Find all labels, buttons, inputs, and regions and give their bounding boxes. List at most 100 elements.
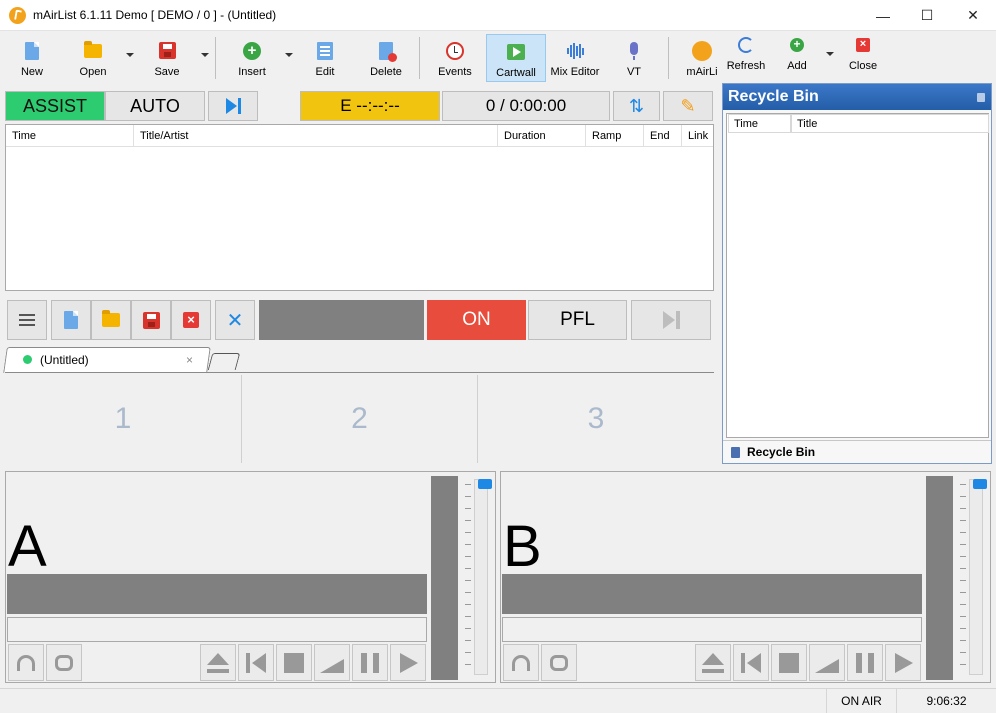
save-icon [158,42,176,59]
loop-button[interactable] [46,644,82,681]
mix-editor-button[interactable]: Mix Editor [548,34,602,82]
add-dropdown-arrow[interactable] [826,52,834,56]
cart-slot-1[interactable]: 1 [5,373,241,465]
vt-button[interactable]: VT [612,34,656,82]
new-cartwall-button[interactable] [51,300,91,340]
play-button[interactable] [885,644,921,681]
eject-icon [702,652,724,673]
sort-button[interactable]: ⇅ [613,91,660,121]
maximize-button[interactable]: ☐ [904,0,950,31]
edit-button[interactable]: Edit [301,34,349,82]
play-icon [398,652,418,673]
rewind-button[interactable] [238,644,274,681]
title-bar: mAirList 6.1.11 Demo [ DEMO / 0 ] - (Unt… [0,0,996,31]
toolbar-divider [215,37,216,79]
stop-button[interactable] [771,644,807,681]
column-header-duration[interactable]: Duration [498,125,586,147]
skip-forward-icon [661,310,681,330]
close-window-button[interactable]: ✕ [950,0,996,31]
auto-mode-button[interactable]: AUTO [105,91,205,121]
volume-fader-handle[interactable] [478,479,492,489]
pfl-headphones-button[interactable] [8,644,44,681]
edit-mode-button[interactable]: ✎ [663,91,713,121]
assist-mode-button[interactable]: ASSIST [5,91,105,121]
player-a: A [5,471,496,683]
stop-button[interactable] [276,644,312,681]
column-header-title-artist[interactable]: Title/Artist [134,125,498,147]
trash-icon [977,93,985,102]
fade-button[interactable] [314,644,350,681]
waveform-icon [565,42,585,60]
cartwall-button[interactable]: Cartwall [486,34,546,82]
new-tab-button[interactable] [207,353,241,370]
player-letter: B [503,514,542,579]
fade-button[interactable] [809,644,845,681]
play-icon [893,652,913,673]
clear-cartwall-button[interactable]: × [171,300,211,340]
column-header-title[interactable]: Title [791,114,989,133]
pause-button[interactable] [352,644,388,681]
next-button[interactable] [631,300,711,340]
eject-button[interactable] [200,644,236,681]
events-button[interactable]: Events [430,34,480,82]
close-bin-button[interactable]: × Close [842,28,884,76]
minimize-button[interactable]: — [860,0,906,31]
skip-next-button[interactable] [208,91,258,121]
rewind-button[interactable] [733,644,769,681]
open-cartwall-button[interactable] [91,300,131,340]
cartwall-play-icon [507,44,525,60]
folder-icon [102,310,120,327]
open-button[interactable]: Open [66,34,120,82]
main-toolbar: New Open Save + Insert Edit Delete Event… [0,31,996,83]
playlist-table[interactable]: Time Title/Artist Duration Ramp End Link [5,124,714,291]
recycle-bin-list[interactable]: Time Title [726,113,989,438]
column-header-time[interactable]: Time [728,114,791,133]
fader-scale [960,484,966,674]
tab-close-icon[interactable]: × [186,353,193,367]
open-dropdown-arrow[interactable] [126,53,134,57]
play-button[interactable] [390,644,426,681]
refresh-icon [738,37,754,53]
volume-fader[interactable] [969,479,983,675]
add-button[interactable]: + Add [776,28,818,76]
tools-button[interactable]: ✕ [215,300,255,340]
close-icon: × [856,38,870,52]
delete-icon [379,42,397,62]
fade-ramp-icon [320,653,344,673]
volume-fader-handle[interactable] [973,479,987,489]
refresh-button[interactable]: Refresh [724,28,768,76]
save-dropdown-arrow[interactable] [201,53,209,57]
volume-fader[interactable] [474,479,488,675]
player-title-display[interactable] [7,574,427,614]
menu-button[interactable] [7,300,47,340]
cartwall-tab-untitled[interactable] [3,347,211,373]
eject-button[interactable] [695,644,731,681]
loop-icon [550,654,568,671]
fader-scale [465,484,471,674]
loop-button[interactable] [541,644,577,681]
alarm-clock-icon [446,42,464,60]
recycle-bin-footer[interactable]: Recycle Bin [723,440,991,464]
column-header-time[interactable]: Time [6,125,134,147]
column-header-end[interactable]: End [644,125,682,147]
player-title-display[interactable] [502,574,922,614]
pfl-headphones-button[interactable] [503,644,539,681]
on-button[interactable]: ON [427,300,526,340]
insert-button[interactable]: + Insert [228,34,276,82]
on-air-status: ON AIR [826,689,896,713]
level-meter [926,476,953,680]
column-header-ramp[interactable]: Ramp [586,125,644,147]
delete-button[interactable]: Delete [362,34,410,82]
cart-slot-2[interactable]: 2 [242,373,477,465]
save-cartwall-button[interactable] [131,300,171,340]
save-button[interactable]: Save [143,34,191,82]
pause-button[interactable] [847,644,883,681]
column-header-link[interactable]: Link [682,125,713,147]
insert-dropdown-arrow[interactable] [285,53,293,57]
pfl-button[interactable]: PFL [528,300,627,340]
new-button[interactable]: New [8,34,56,82]
cart-slot-3[interactable]: 3 [478,373,714,465]
plus-icon: + [790,38,804,52]
headphones-icon [512,654,530,671]
mairlist-button[interactable]: mAirLi [682,34,722,82]
